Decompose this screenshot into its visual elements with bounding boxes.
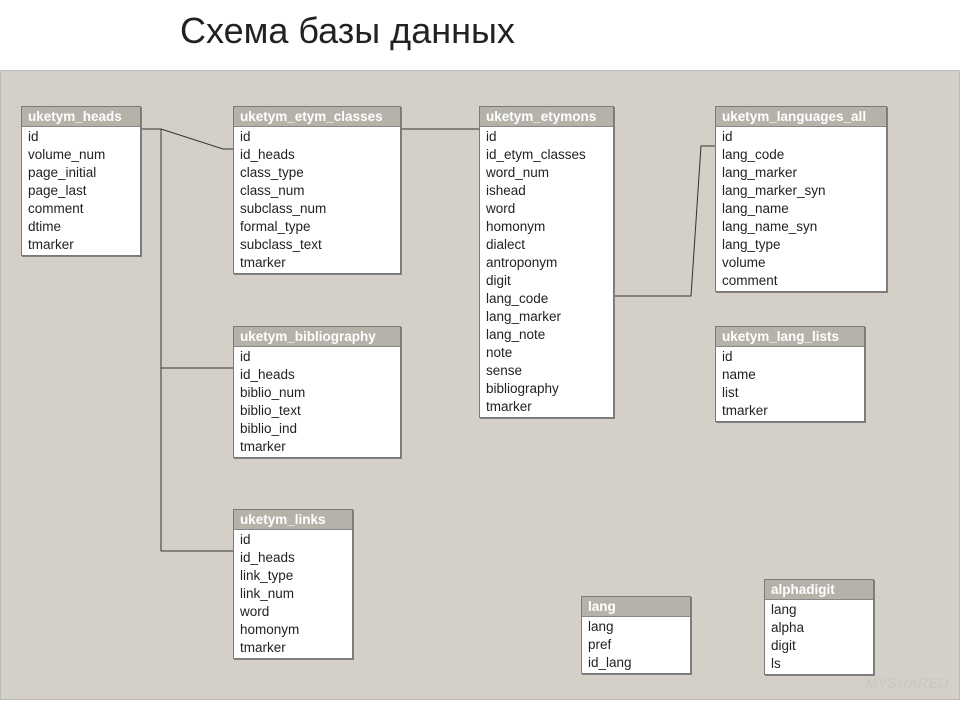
field: subclass_num bbox=[234, 200, 400, 218]
field: tmarker bbox=[234, 639, 352, 657]
field: digit bbox=[765, 637, 873, 655]
field: ls bbox=[765, 655, 873, 673]
table-header: uketym_lang_lists bbox=[716, 327, 864, 347]
field: id bbox=[716, 348, 864, 366]
field: digit bbox=[480, 272, 613, 290]
field: list bbox=[716, 384, 864, 402]
table-fields: id lang_code lang_marker lang_marker_syn… bbox=[716, 127, 886, 291]
field: bibliography bbox=[480, 380, 613, 398]
field: formal_type bbox=[234, 218, 400, 236]
field: lang_code bbox=[716, 146, 886, 164]
table-header: alphadigit bbox=[765, 580, 873, 600]
field: id_heads bbox=[234, 146, 400, 164]
field: id bbox=[22, 128, 140, 146]
field: id_heads bbox=[234, 549, 352, 567]
field: comment bbox=[716, 272, 886, 290]
table-header: uketym_languages_all bbox=[716, 107, 886, 127]
table-header: uketym_links bbox=[234, 510, 352, 530]
field: link_type bbox=[234, 567, 352, 585]
table-uketym-heads[interactable]: uketym_heads id volume_num page_initial … bbox=[21, 106, 141, 256]
table-fields: lang pref id_lang bbox=[582, 617, 690, 673]
field: ishead bbox=[480, 182, 613, 200]
field: id_lang bbox=[582, 654, 690, 672]
page-title: Схема базы данных bbox=[180, 10, 515, 52]
field: page_initial bbox=[22, 164, 140, 182]
field: dtime bbox=[22, 218, 140, 236]
field: lang bbox=[582, 618, 690, 636]
field: lang_marker bbox=[480, 308, 613, 326]
field: subclass_text bbox=[234, 236, 400, 254]
field: id_etym_classes bbox=[480, 146, 613, 164]
field: biblio_num bbox=[234, 384, 400, 402]
table-header: uketym_etym_classes bbox=[234, 107, 400, 127]
field: word bbox=[234, 603, 352, 621]
field: link_num bbox=[234, 585, 352, 603]
table-header: lang bbox=[582, 597, 690, 617]
table-header: uketym_bibliography bbox=[234, 327, 400, 347]
field: lang_marker bbox=[716, 164, 886, 182]
field: id bbox=[716, 128, 886, 146]
schema-canvas: uketym_heads id volume_num page_initial … bbox=[0, 70, 960, 700]
table-fields: id id_heads biblio_num biblio_text bibli… bbox=[234, 347, 400, 457]
field: lang_note bbox=[480, 326, 613, 344]
field: volume_num bbox=[22, 146, 140, 164]
table-uketym-etymons[interactable]: uketym_etymons id id_etym_classes word_n… bbox=[479, 106, 614, 418]
field: lang_marker_syn bbox=[716, 182, 886, 200]
table-fields: id id_etym_classes word_num ishead word … bbox=[480, 127, 613, 417]
field: class_type bbox=[234, 164, 400, 182]
field: lang_code bbox=[480, 290, 613, 308]
field: note bbox=[480, 344, 613, 362]
field: pref bbox=[582, 636, 690, 654]
field: homonym bbox=[234, 621, 352, 639]
field: homonym bbox=[480, 218, 613, 236]
field: volume bbox=[716, 254, 886, 272]
field: lang_name_syn bbox=[716, 218, 886, 236]
field: word bbox=[480, 200, 613, 218]
field: tmarker bbox=[22, 236, 140, 254]
field: class_num bbox=[234, 182, 400, 200]
field: tmarker bbox=[716, 402, 864, 420]
table-uketym-languages-all[interactable]: uketym_languages_all id lang_code lang_m… bbox=[715, 106, 887, 292]
table-uketym-lang-lists[interactable]: uketym_lang_lists id name list tmarker bbox=[715, 326, 865, 422]
table-lang[interactable]: lang lang pref id_lang bbox=[581, 596, 691, 674]
table-fields: id volume_num page_initial page_last com… bbox=[22, 127, 140, 255]
field: lang_name bbox=[716, 200, 886, 218]
table-fields: id name list tmarker bbox=[716, 347, 864, 421]
field: name bbox=[716, 366, 864, 384]
field: sense bbox=[480, 362, 613, 380]
field: lang bbox=[765, 601, 873, 619]
field: lang_type bbox=[716, 236, 886, 254]
field: biblio_ind bbox=[234, 420, 400, 438]
field: id bbox=[234, 128, 400, 146]
field: id_heads bbox=[234, 366, 400, 384]
field: id bbox=[480, 128, 613, 146]
table-uketym-links[interactable]: uketym_links id id_heads link_type link_… bbox=[233, 509, 353, 659]
field: antroponym bbox=[480, 254, 613, 272]
field: tmarker bbox=[480, 398, 613, 416]
field: alpha bbox=[765, 619, 873, 637]
watermark: MYSHARED bbox=[866, 675, 949, 691]
field: biblio_text bbox=[234, 402, 400, 420]
field: comment bbox=[22, 200, 140, 218]
field: tmarker bbox=[234, 438, 400, 456]
field: id bbox=[234, 531, 352, 549]
table-alphadigit[interactable]: alphadigit lang alpha digit ls bbox=[764, 579, 874, 675]
field: tmarker bbox=[234, 254, 400, 272]
field: id bbox=[234, 348, 400, 366]
table-uketym-etym-classes[interactable]: uketym_etym_classes id id_heads class_ty… bbox=[233, 106, 401, 274]
table-fields: id id_heads class_type class_num subclas… bbox=[234, 127, 400, 273]
table-header: uketym_etymons bbox=[480, 107, 613, 127]
table-fields: lang alpha digit ls bbox=[765, 600, 873, 674]
field: dialect bbox=[480, 236, 613, 254]
table-uketym-bibliography[interactable]: uketym_bibliography id id_heads biblio_n… bbox=[233, 326, 401, 458]
table-fields: id id_heads link_type link_num word homo… bbox=[234, 530, 352, 658]
field: word_num bbox=[480, 164, 613, 182]
table-header: uketym_heads bbox=[22, 107, 140, 127]
field: page_last bbox=[22, 182, 140, 200]
